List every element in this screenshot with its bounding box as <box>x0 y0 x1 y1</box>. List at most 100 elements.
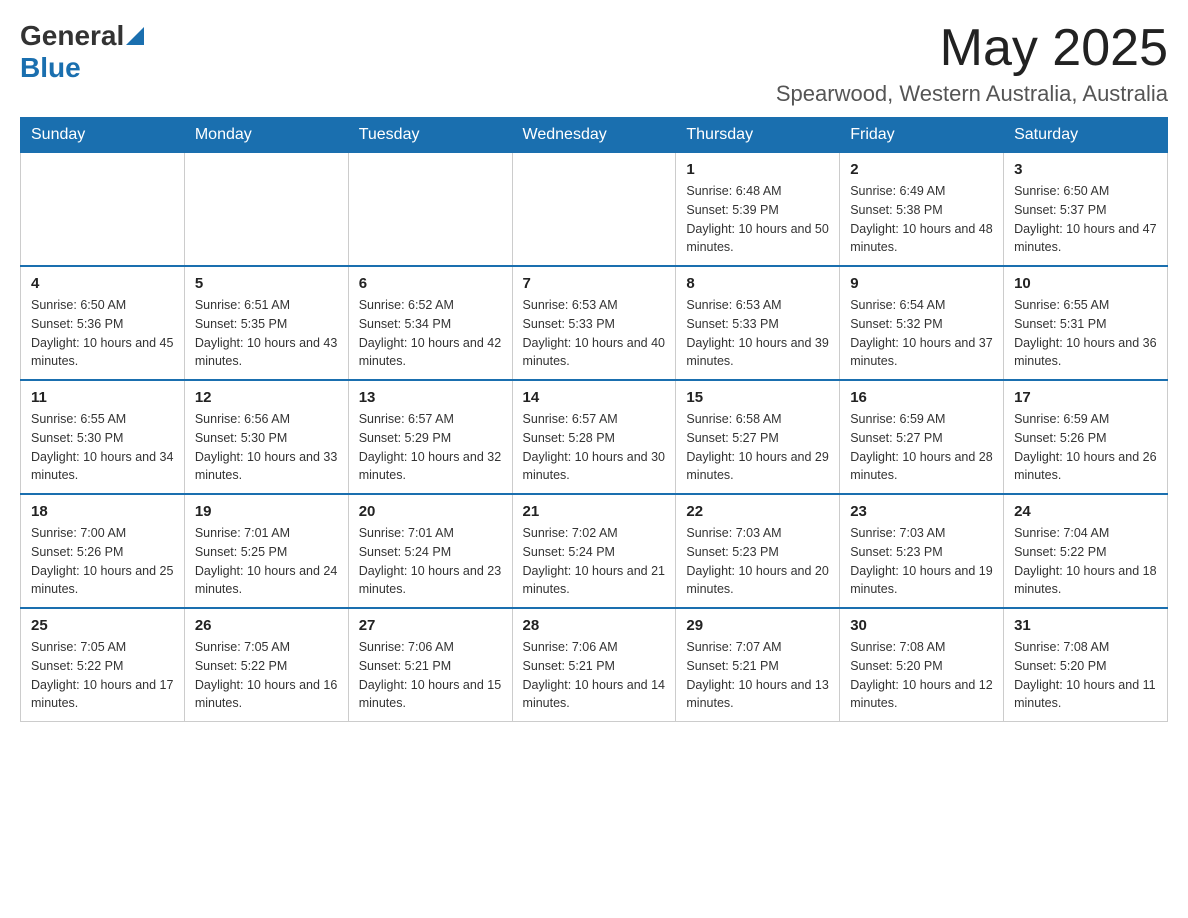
logo-triangle-icon <box>126 27 144 45</box>
day-number: 27 <box>359 617 502 634</box>
calendar-day-cell: 15Sunrise: 6:58 AM Sunset: 5:27 PM Dayli… <box>676 380 840 494</box>
calendar-table: SundayMondayTuesdayWednesdayThursdayFrid… <box>20 117 1168 722</box>
calendar-day-cell: 6 Sunrise: 6:52 AM Sunset: 5:34 PM Daylig… <box>348 266 512 380</box>
day-info: Sunrise: 6:53 AM Sunset: 5:33 PM Dayligh… <box>686 296 829 371</box>
day-info: Sunrise: 7:07 AM Sunset: 5:21 PM Dayligh… <box>686 638 829 713</box>
calendar-day-cell: 21 Sunrise: 7:02 AM Sunset: 5:24 PM Dayli… <box>512 494 676 608</box>
day-info: Sunrise: 7:01 AM Sunset: 5:25 PM Dayligh… <box>195 524 338 599</box>
calendar-day-cell <box>184 153 348 267</box>
day-number: 28 <box>523 617 666 634</box>
day-info: Sunrise: 6:54 AM Sunset: 5:32 PM Dayligh… <box>850 296 993 371</box>
day-number: 25 <box>31 617 174 634</box>
calendar-day-cell: 22 Sunrise: 7:03 AM Sunset: 5:23 PM Dayli… <box>676 494 840 608</box>
calendar-day-cell: 31 Sunrise: 7:08 AM Sunset: 5:20 PM Dayli… <box>1004 608 1168 722</box>
day-number: 31 <box>1014 617 1157 634</box>
calendar-day-cell <box>348 153 512 267</box>
calendar-day-cell: 8 Sunrise: 6:53 AM Sunset: 5:33 PM Daylig… <box>676 266 840 380</box>
calendar-day-cell: 17 Sunrise: 6:59 AM Sunset: 5:26 PM Dayli… <box>1004 380 1168 494</box>
logo-general: General <box>20 20 124 52</box>
calendar-day-cell: 5Sunrise: 6:51 AM Sunset: 5:35 PM Daylig… <box>184 266 348 380</box>
day-number: 10 <box>1014 275 1157 292</box>
logo-blue: Blue <box>20 52 144 84</box>
calendar-day-cell: 20Sunrise: 7:01 AM Sunset: 5:24 PM Dayli… <box>348 494 512 608</box>
calendar-day-cell: 9 Sunrise: 6:54 AM Sunset: 5:32 PM Daylig… <box>840 266 1004 380</box>
day-info: Sunrise: 6:55 AM Sunset: 5:31 PM Dayligh… <box>1014 296 1157 371</box>
day-info: Sunrise: 6:59 AM Sunset: 5:26 PM Dayligh… <box>1014 410 1157 485</box>
day-number: 7 <box>523 275 666 292</box>
calendar-week-row: 4Sunrise: 6:50 AM Sunset: 5:36 PM Daylig… <box>21 266 1168 380</box>
calendar-day-cell: 1 Sunrise: 6:48 AM Sunset: 5:39 PM Daylig… <box>676 153 840 267</box>
calendar-week-row: 11 Sunrise: 6:55 AM Sunset: 5:30 PM Dayli… <box>21 380 1168 494</box>
day-number: 20 <box>359 503 502 520</box>
calendar-day-cell: 19 Sunrise: 7:01 AM Sunset: 5:25 PM Dayli… <box>184 494 348 608</box>
calendar-week-row: 1 Sunrise: 6:48 AM Sunset: 5:39 PM Daylig… <box>21 153 1168 267</box>
calendar-day-cell: 14Sunrise: 6:57 AM Sunset: 5:28 PM Dayli… <box>512 380 676 494</box>
calendar-header-row: SundayMondayTuesdayWednesdayThursdayFrid… <box>21 118 1168 153</box>
day-info: Sunrise: 7:05 AM Sunset: 5:22 PM Dayligh… <box>31 638 174 713</box>
calendar-day-cell: 3 Sunrise: 6:50 AM Sunset: 5:37 PM Daylig… <box>1004 153 1168 267</box>
day-info: Sunrise: 7:06 AM Sunset: 5:21 PM Dayligh… <box>523 638 666 713</box>
day-info: Sunrise: 7:08 AM Sunset: 5:20 PM Dayligh… <box>1014 638 1157 713</box>
day-number: 9 <box>850 275 993 292</box>
day-info: Sunrise: 7:04 AM Sunset: 5:22 PM Dayligh… <box>1014 524 1157 599</box>
calendar-day-cell: 10 Sunrise: 6:55 AM Sunset: 5:31 PM Dayli… <box>1004 266 1168 380</box>
day-number: 24 <box>1014 503 1157 520</box>
day-info: Sunrise: 7:03 AM Sunset: 5:23 PM Dayligh… <box>686 524 829 599</box>
day-info: Sunrise: 6:48 AM Sunset: 5:39 PM Dayligh… <box>686 182 829 257</box>
calendar-header-saturday: Saturday <box>1004 118 1168 153</box>
calendar-day-cell: 24 Sunrise: 7:04 AM Sunset: 5:22 PM Dayli… <box>1004 494 1168 608</box>
calendar-week-row: 25 Sunrise: 7:05 AM Sunset: 5:22 PM Dayli… <box>21 608 1168 722</box>
page-header: General Blue May 2025 Spearwood, Western… <box>20 20 1168 107</box>
day-info: Sunrise: 6:56 AM Sunset: 5:30 PM Dayligh… <box>195 410 338 485</box>
calendar-day-cell: 25 Sunrise: 7:05 AM Sunset: 5:22 PM Dayli… <box>21 608 185 722</box>
day-number: 16 <box>850 389 993 406</box>
day-number: 11 <box>31 389 174 406</box>
day-info: Sunrise: 6:59 AM Sunset: 5:27 PM Dayligh… <box>850 410 993 485</box>
calendar-header-wednesday: Wednesday <box>512 118 676 153</box>
day-info: Sunrise: 6:50 AM Sunset: 5:37 PM Dayligh… <box>1014 182 1157 257</box>
calendar-day-cell: 26Sunrise: 7:05 AM Sunset: 5:22 PM Dayli… <box>184 608 348 722</box>
calendar-header-tuesday: Tuesday <box>348 118 512 153</box>
day-info: Sunrise: 6:53 AM Sunset: 5:33 PM Dayligh… <box>523 296 666 371</box>
calendar-day-cell: 13Sunrise: 6:57 AM Sunset: 5:29 PM Dayli… <box>348 380 512 494</box>
logo: General Blue <box>20 20 144 84</box>
calendar-header-friday: Friday <box>840 118 1004 153</box>
day-number: 22 <box>686 503 829 520</box>
day-number: 12 <box>195 389 338 406</box>
calendar-day-cell: 11 Sunrise: 6:55 AM Sunset: 5:30 PM Dayli… <box>21 380 185 494</box>
day-info: Sunrise: 7:08 AM Sunset: 5:20 PM Dayligh… <box>850 638 993 713</box>
calendar-day-cell: 27Sunrise: 7:06 AM Sunset: 5:21 PM Dayli… <box>348 608 512 722</box>
calendar-day-cell <box>512 153 676 267</box>
calendar-day-cell: 7 Sunrise: 6:53 AM Sunset: 5:33 PM Daylig… <box>512 266 676 380</box>
day-info: Sunrise: 7:03 AM Sunset: 5:23 PM Dayligh… <box>850 524 993 599</box>
day-number: 21 <box>523 503 666 520</box>
day-number: 6 <box>359 275 502 292</box>
calendar-day-cell: 12 Sunrise: 6:56 AM Sunset: 5:30 PM Dayli… <box>184 380 348 494</box>
day-number: 3 <box>1014 161 1157 178</box>
day-info: Sunrise: 7:00 AM Sunset: 5:26 PM Dayligh… <box>31 524 174 599</box>
day-number: 2 <box>850 161 993 178</box>
day-number: 1 <box>686 161 829 178</box>
calendar-day-cell: 28 Sunrise: 7:06 AM Sunset: 5:21 PM Dayli… <box>512 608 676 722</box>
calendar-header-sunday: Sunday <box>21 118 185 153</box>
calendar-day-cell: 4Sunrise: 6:50 AM Sunset: 5:36 PM Daylig… <box>21 266 185 380</box>
day-info: Sunrise: 6:49 AM Sunset: 5:38 PM Dayligh… <box>850 182 993 257</box>
day-number: 19 <box>195 503 338 520</box>
location-subtitle: Spearwood, Western Australia, Australia <box>776 81 1168 107</box>
day-number: 18 <box>31 503 174 520</box>
calendar-day-cell: 30Sunrise: 7:08 AM Sunset: 5:20 PM Dayli… <box>840 608 1004 722</box>
calendar-header-monday: Monday <box>184 118 348 153</box>
day-number: 5 <box>195 275 338 292</box>
day-info: Sunrise: 6:52 AM Sunset: 5:34 PM Dayligh… <box>359 296 502 371</box>
title-section: May 2025 Spearwood, Western Australia, A… <box>776 20 1168 107</box>
day-number: 14 <box>523 389 666 406</box>
day-info: Sunrise: 6:55 AM Sunset: 5:30 PM Dayligh… <box>31 410 174 485</box>
day-info: Sunrise: 6:58 AM Sunset: 5:27 PM Dayligh… <box>686 410 829 485</box>
day-info: Sunrise: 7:02 AM Sunset: 5:24 PM Dayligh… <box>523 524 666 599</box>
calendar-day-cell <box>21 153 185 267</box>
day-number: 23 <box>850 503 993 520</box>
day-number: 26 <box>195 617 338 634</box>
calendar-week-row: 18 Sunrise: 7:00 AM Sunset: 5:26 PM Dayli… <box>21 494 1168 608</box>
day-number: 17 <box>1014 389 1157 406</box>
day-number: 8 <box>686 275 829 292</box>
